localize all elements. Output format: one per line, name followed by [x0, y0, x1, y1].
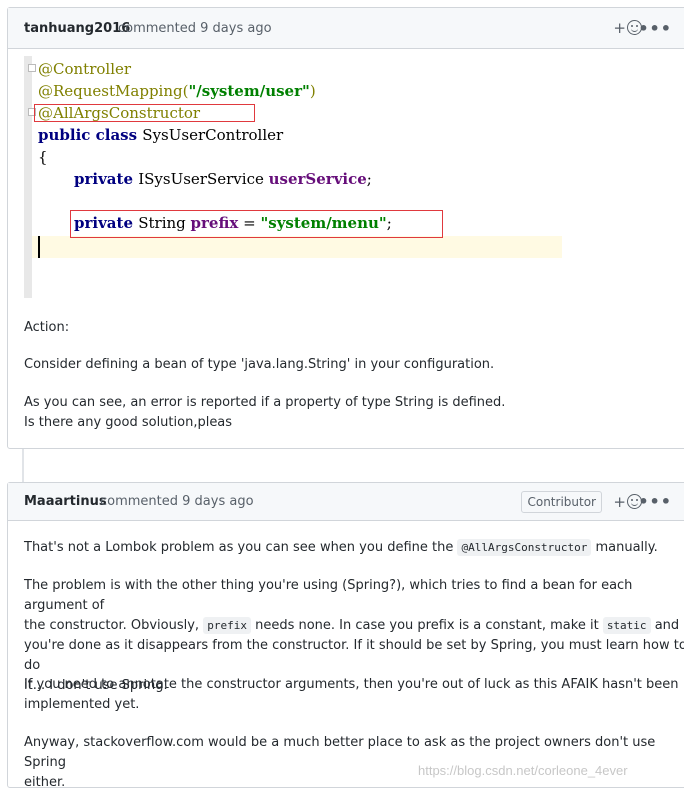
inline-code: static — [602, 617, 651, 634]
comment-paragraph: Action: — [24, 320, 70, 335]
watermark-text: https://blog.csdn.net/corleone_4ever — [418, 763, 628, 778]
code-line: { — [38, 148, 48, 166]
comment-paragraph: If you need to annotate the constructor … — [24, 677, 679, 712]
plus-icon: + — [613, 19, 626, 37]
comment-paragraph: Consider defining a bean of type 'java.l… — [24, 357, 495, 372]
highlight-box — [70, 210, 443, 238]
comment-card-2: Maaartinus commented 9 days ago Contribu… — [7, 482, 684, 790]
comment-timestamp[interactable]: commented 9 days ago — [118, 8, 272, 49]
comment-timestamp[interactable]: commented 9 days ago — [100, 483, 254, 521]
inline-code: prefix — [203, 617, 251, 634]
highlight-box — [34, 104, 255, 122]
code-line: private ISysUserService userService; — [74, 170, 372, 188]
text-cursor — [38, 236, 40, 258]
inline-code: @AllArgsConstructor — [457, 539, 592, 556]
comment-header: Maaartinus commented 9 days ago Contribu… — [8, 483, 684, 521]
comment-paragraph: As you can see, an error is reported if … — [24, 395, 506, 430]
comment-author[interactable]: Maaartinus — [24, 483, 107, 521]
comment-header: tanhuang2016 commented 9 days ago + ••• — [8, 8, 684, 49]
comment-card-1: tanhuang2016 commented 9 days ago + ••• … — [7, 7, 684, 449]
current-line-highlight — [32, 236, 562, 258]
code-line: @Controller — [38, 60, 132, 78]
code-screenshot: @Controller @RequestMapping("/system/use… — [24, 56, 562, 298]
contributor-badge: Contributor — [521, 491, 602, 513]
code-line: public class SysUserController — [38, 126, 284, 144]
comment-paragraph: That's not a Lombok problem as you can s… — [24, 539, 658, 556]
code-line: @RequestMapping("/system/user") — [38, 82, 316, 100]
comment-author[interactable]: tanhuang2016 — [24, 8, 130, 49]
timeline-connector — [22, 449, 24, 482]
plus-icon: + — [613, 493, 626, 511]
fold-marker-icon — [28, 64, 36, 72]
more-options-icon[interactable]: ••• — [638, 8, 672, 49]
more-options-icon[interactable]: ••• — [638, 483, 672, 521]
